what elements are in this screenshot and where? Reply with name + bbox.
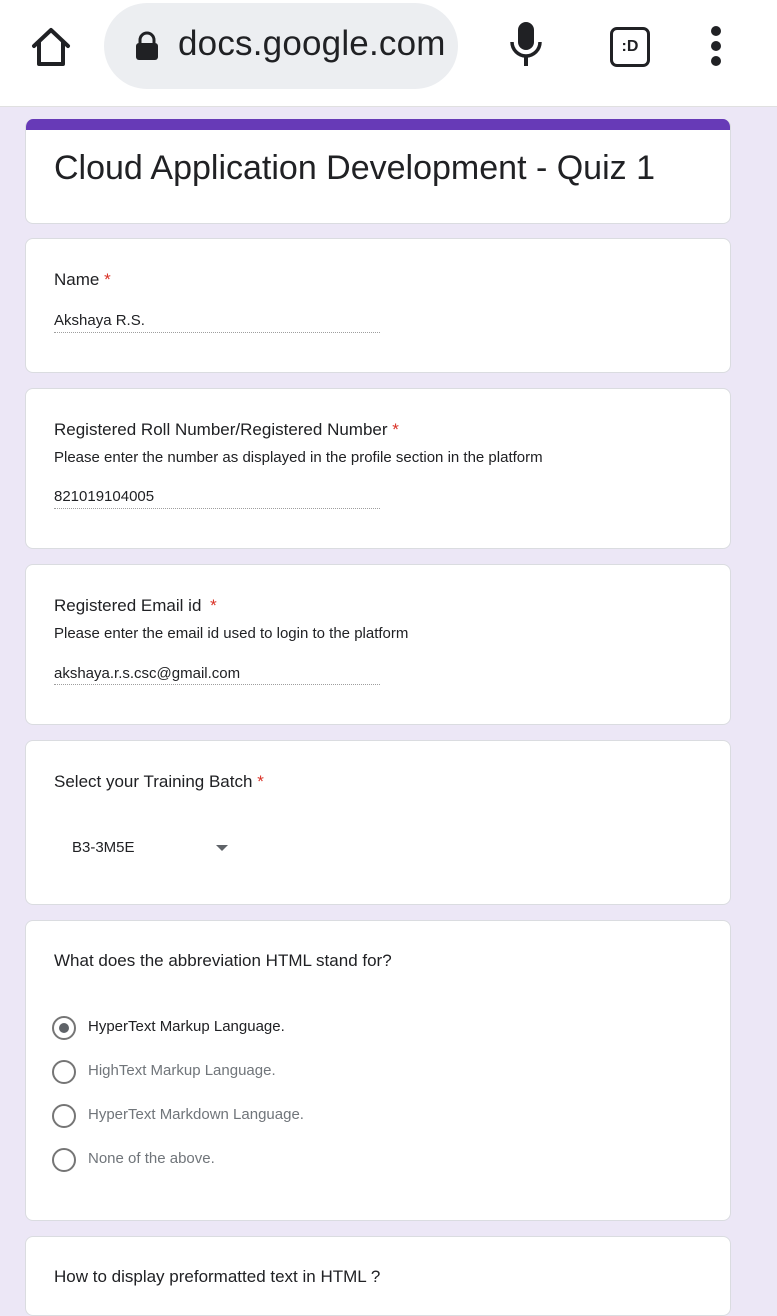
radio-button[interactable] bbox=[52, 1060, 76, 1084]
microphone-icon[interactable] bbox=[508, 20, 544, 70]
option-label: HyperText Markup Language. bbox=[88, 1018, 285, 1035]
batch-dropdown[interactable]: B3-3M5E bbox=[72, 839, 135, 856]
input-underline bbox=[54, 332, 380, 333]
header-accent-bar bbox=[26, 119, 730, 130]
radio-button[interactable] bbox=[52, 1148, 76, 1172]
question-title: Name * bbox=[54, 270, 111, 290]
radio-button-selected[interactable] bbox=[52, 1016, 76, 1040]
option-label: HighText Markup Language. bbox=[88, 1062, 276, 1079]
url-text[interactable]: docs.google.com bbox=[178, 24, 446, 64]
option-label: None of the above. bbox=[88, 1150, 215, 1167]
question-title: How to display preformatted text in HTML… bbox=[54, 1267, 381, 1286]
question-card-html-abbreviation: What does the abbreviation HTML stand fo… bbox=[25, 920, 731, 1221]
email-input[interactable]: akshaya.r.s.csc@gmail.com bbox=[54, 665, 240, 682]
more-options-icon[interactable] bbox=[705, 26, 727, 66]
question-card-batch: Select your Training Batch * B3-3M5E bbox=[25, 740, 731, 905]
required-asterisk: * bbox=[210, 596, 217, 615]
form-header-card: Cloud Application Development - Quiz 1 bbox=[25, 119, 731, 224]
question-card-name: Name * Akshaya R.S. bbox=[25, 238, 731, 373]
browser-toolbar: docs.google.com :D bbox=[0, 0, 777, 107]
radio-button[interactable] bbox=[52, 1104, 76, 1128]
question-card-roll-number: Registered Roll Number/Registered Number… bbox=[25, 388, 731, 549]
required-asterisk: * bbox=[257, 772, 264, 791]
required-asterisk: * bbox=[104, 270, 111, 289]
name-input[interactable]: Akshaya R.S. bbox=[54, 312, 145, 329]
roll-number-input[interactable]: 821019104005 bbox=[54, 488, 154, 505]
option-label: HyperText Markdown Language. bbox=[88, 1106, 304, 1123]
tab-switcher-button[interactable]: :D bbox=[610, 27, 650, 67]
question-title-text: Name bbox=[54, 270, 100, 289]
question-title-text: Registered Email id bbox=[54, 596, 202, 615]
question-title: Registered Email id * bbox=[54, 596, 217, 616]
lock-icon bbox=[134, 31, 160, 61]
question-card-preformatted: How to display preformatted text in HTML… bbox=[25, 1236, 731, 1316]
input-underline bbox=[54, 684, 380, 685]
question-description: Please enter the number as displayed in … bbox=[54, 449, 543, 466]
question-title-text: Registered Roll Number/Registered Number bbox=[54, 420, 388, 439]
form-title: Cloud Application Development - Quiz 1 bbox=[54, 149, 655, 187]
question-title: Registered Roll Number/Registered Number… bbox=[54, 420, 399, 440]
required-asterisk: * bbox=[392, 420, 399, 439]
question-title-text: Select your Training Batch bbox=[54, 772, 253, 791]
question-title: Select your Training Batch * bbox=[54, 772, 264, 792]
question-title: What does the abbreviation HTML stand fo… bbox=[54, 951, 392, 970]
dropdown-arrow-icon[interactable] bbox=[216, 845, 228, 851]
question-card-email: Registered Email id * Please enter the e… bbox=[25, 564, 731, 725]
input-underline bbox=[54, 508, 380, 509]
question-description: Please enter the email id used to login … bbox=[54, 625, 409, 642]
home-icon[interactable] bbox=[28, 24, 74, 70]
